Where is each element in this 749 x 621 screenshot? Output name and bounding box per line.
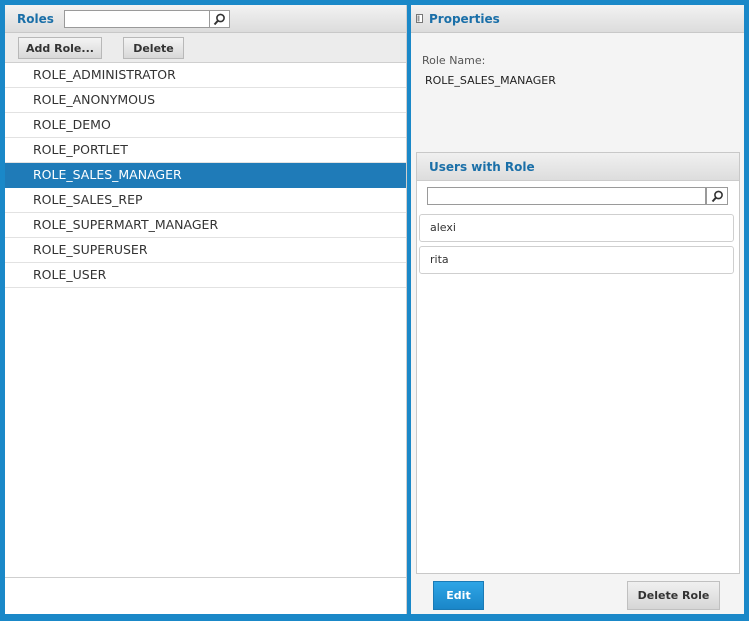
role-list: ROLE_ADMINISTRATOR ROLE_ANONYMOUS ROLE_DEM… <box>5 63 406 288</box>
role-item[interactable]: ROLE_SALES_REP <box>5 188 406 213</box>
magnifier-icon <box>711 190 723 202</box>
properties-footer: Edit Delete Role <box>411 574 744 614</box>
roles-footer <box>5 577 406 614</box>
role-item[interactable]: ROLE_ADMINISTRATOR <box>5 63 406 88</box>
users-header: Users with Role <box>417 153 739 181</box>
role-name-value: ROLE_SALES_MANAGER <box>425 74 556 87</box>
user-item[interactable]: alexi <box>419 214 734 242</box>
role-item[interactable]: ROLE_PORTLET <box>5 138 406 163</box>
users-search-button[interactable] <box>706 187 728 205</box>
role-item[interactable]: ROLE_SUPERMART_MANAGER <box>5 213 406 238</box>
role-item[interactable]: ROLE_ANONYMOUS <box>5 88 406 113</box>
role-name-label: Role Name: <box>422 54 486 67</box>
roles-panel: Roles Add Role... Delete ROLE_ADMINISTRA… <box>5 5 407 614</box>
edit-button[interactable]: Edit <box>433 581 484 610</box>
roles-search-button[interactable] <box>210 10 230 28</box>
user-item[interactable]: rita <box>419 246 734 274</box>
properties-header: Properties <box>411 5 744 33</box>
delete-button[interactable]: Delete <box>123 37 184 59</box>
roles-title: Roles <box>17 12 54 26</box>
users-title: Users with Role <box>429 160 535 174</box>
roles-search-input[interactable] <box>64 10 210 28</box>
role-item[interactable]: ROLE_USER <box>5 263 406 288</box>
role-item[interactable]: ROLE_SUPERUSER <box>5 238 406 263</box>
delete-role-button[interactable]: Delete Role <box>627 581 720 610</box>
users-with-role-panel: Users with Role alexi rita <box>416 152 740 574</box>
add-role-button[interactable]: Add Role... <box>18 37 102 59</box>
users-search-input[interactable] <box>427 187 706 205</box>
roles-header: Roles <box>5 5 406 33</box>
role-item[interactable]: ROLE_SALES_MANAGER <box>5 163 406 188</box>
properties-panel: Properties Role Name: ROLE_SALES_MANAGER… <box>411 5 744 614</box>
roles-toolbar: Add Role... Delete <box>5 33 406 63</box>
role-item[interactable]: ROLE_DEMO <box>5 113 406 138</box>
collapse-panel-icon[interactable] <box>416 14 423 23</box>
properties-title: Properties <box>429 12 500 26</box>
magnifier-icon <box>213 13 225 25</box>
